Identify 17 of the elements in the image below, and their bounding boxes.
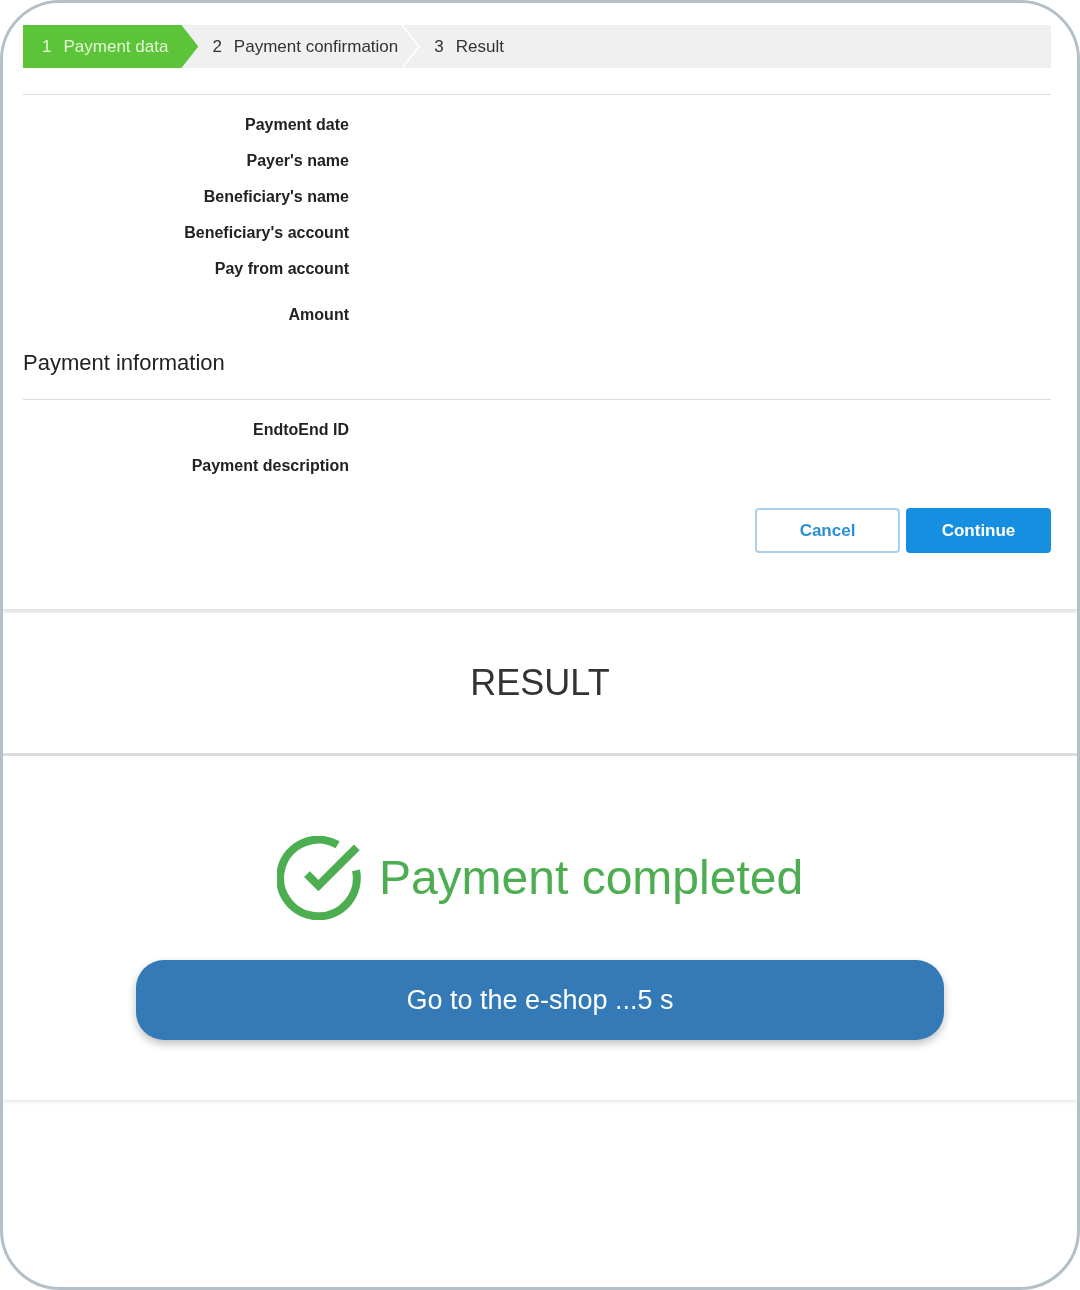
e-shop-button[interactable]: Go to the e-shop ...5 s	[136, 960, 944, 1040]
field-label: Amount	[288, 305, 349, 325]
field-label: EndtoEnd ID	[253, 420, 349, 440]
status-message: Payment completed	[378, 850, 804, 906]
field-label: Payment date	[244, 115, 349, 135]
field-label: Beneficiary's name	[203, 187, 349, 207]
continue-button[interactable]: Continue	[906, 508, 1051, 553]
field-label: Pay from account	[214, 259, 349, 279]
field-label: Payment description	[191, 456, 349, 476]
step-tab[interactable]: 2 Payment confirmation	[198, 25, 403, 68]
cancel-button[interactable]: Cancel	[755, 508, 900, 553]
field-label: Payer's name	[246, 151, 349, 171]
result-title: RESULT	[470, 661, 610, 705]
section-heading: Payment information	[23, 348, 225, 377]
check-circle-icon	[276, 836, 361, 920]
step-tab[interactable]: 3 Result	[420, 25, 508, 68]
field-label: Beneficiary's account	[184, 223, 349, 243]
